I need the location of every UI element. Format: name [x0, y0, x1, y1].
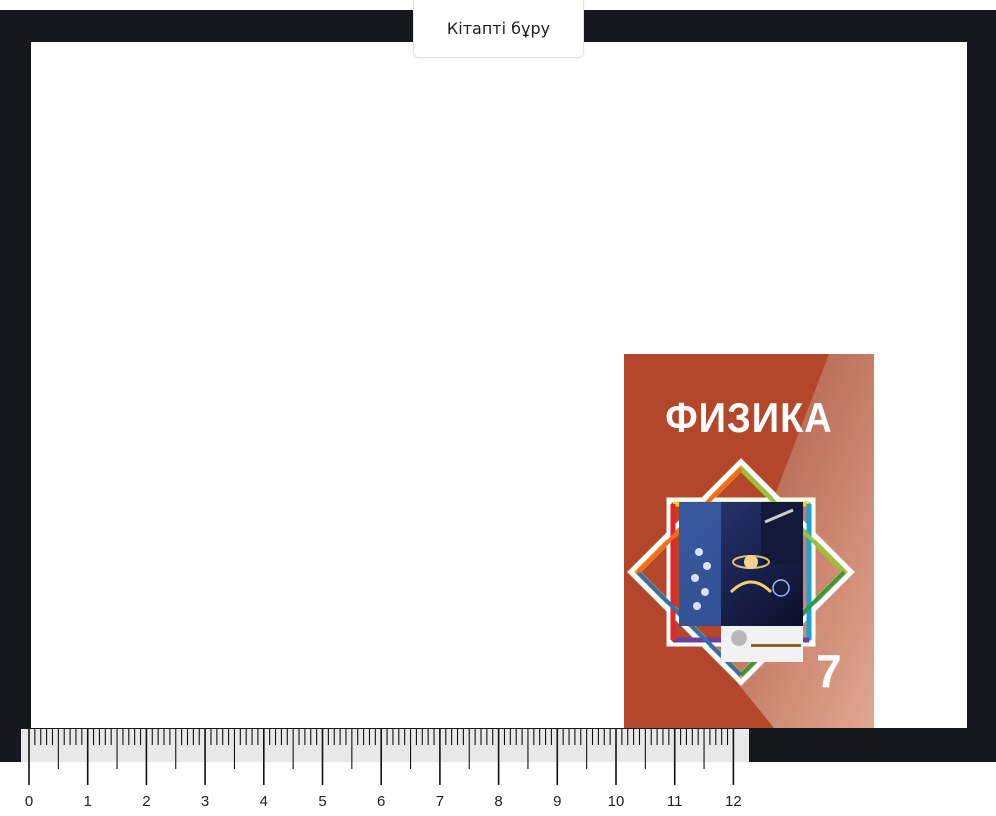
ruler[interactable]: 0 1 2 3 4 5 6 7 8 9 10 11 12: [21, 729, 749, 816]
ruler-label: 0: [24, 793, 34, 810]
ruler-label: 12: [725, 793, 742, 810]
ruler-label: 1: [83, 793, 92, 810]
ruler-label: 7: [435, 793, 445, 810]
ruler-label: 4: [259, 793, 268, 810]
ruler-label: 3: [200, 793, 210, 810]
turn-book-button[interactable]: Кітапті бұру: [413, 0, 584, 58]
ruler-ticks: [28, 729, 735, 785]
book-grade: 7: [816, 645, 842, 697]
physics-book[interactable]: ФИЗИКА 7: [624, 354, 874, 728]
ruler-label: 5: [318, 793, 327, 810]
ruler-label: 6: [377, 793, 386, 810]
ruler-label: 10: [607, 793, 625, 810]
ruler-label: 9: [553, 793, 562, 810]
ruler-label: 8: [494, 793, 503, 810]
book-title: ФИЗИКА: [665, 395, 833, 443]
ruler-label: 11: [666, 793, 683, 810]
viewer-stage: Кітапті бұру ФИЗИКА 7 0 1 2 3 4 5 6 7 8 …: [0, 0, 996, 816]
ruler-label: 2: [142, 793, 151, 810]
